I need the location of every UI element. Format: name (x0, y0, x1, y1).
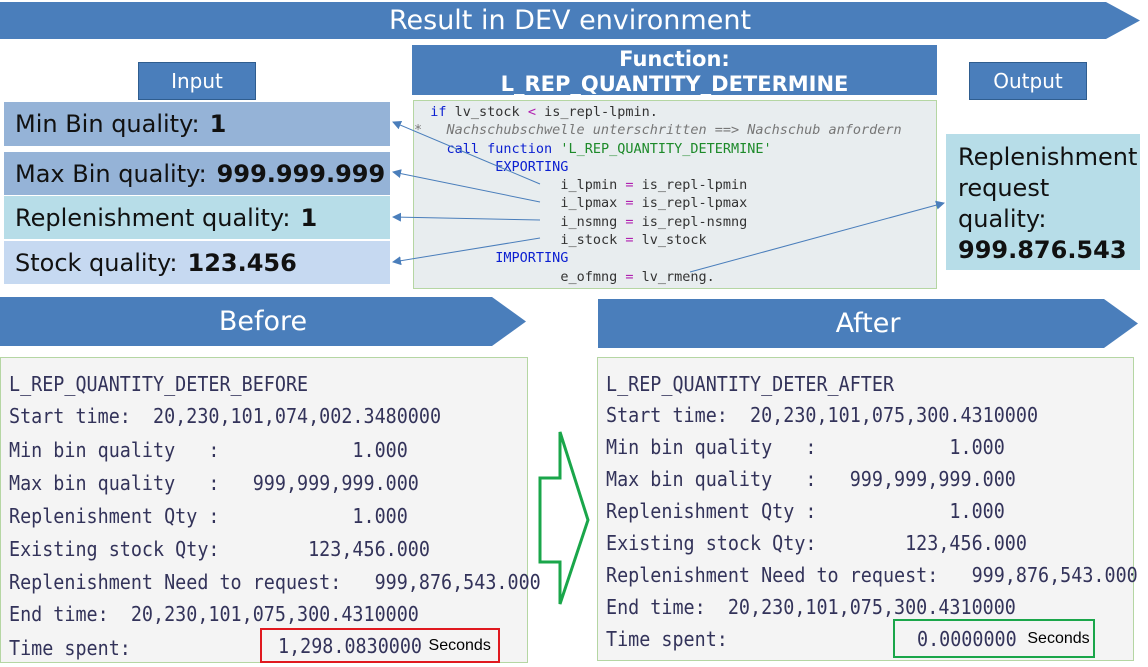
before-console: L_REP_QUANTITY_DETER_BEFORE Start time: … (0, 357, 541, 663)
after-title: After (835, 308, 901, 339)
transition-arrow-icon (538, 431, 590, 605)
before-banner: Before (0, 297, 526, 346)
console-line: Start time: 20,230,101,075,300.4310000 (606, 403, 1039, 427)
mapping-arrows (392, 120, 945, 273)
console-line: Max bin quality : 999,999,999.000 (9, 471, 419, 495)
after-time-unit: Seconds (1027, 629, 1090, 647)
console-line: Min bin quality : 1.000 (9, 438, 408, 462)
arrow-stock (392, 237, 541, 266)
after-console: L_REP_QUANTITY_DETER_AFTER Start time: 2… (597, 357, 1138, 661)
before-time-value: 1,298.0830000 (278, 633, 423, 658)
before-time-highlight: 1,298.0830000 Seconds (260, 628, 500, 663)
console-line: Replenishment Qty : 1.000 (606, 499, 1005, 523)
console-line: End time: 20,230,101,075,300.4310000 (9, 602, 419, 626)
console-line: Start time: 20,230,101,074,002.3480000 (9, 404, 442, 428)
before-time-unit: Seconds (428, 636, 491, 654)
console-line: Max bin quality : 999,999,999.000 (606, 467, 1016, 491)
console-line: Existing stock Qty: 123,456.000 (606, 531, 1027, 555)
after-banner: After (598, 299, 1138, 348)
console-line: End time: 20,230,101,075,300.4310000 (606, 595, 1016, 619)
console-line: Min bin quality : 1.000 (606, 435, 1005, 459)
before-title: Before (218, 306, 308, 337)
console-line: Time spent: (9, 636, 131, 660)
arrow-lpmin (392, 120, 541, 185)
after-time-highlight: 0.0000000 Seconds (893, 619, 1095, 658)
arrow-output (689, 200, 945, 273)
after-time-value: 0.0000000 (917, 626, 1017, 651)
console-line: Replenishment Need to request: 999,876,5… (9, 570, 541, 594)
console-line: Time spent: (606, 627, 728, 651)
arrow-nsmng (392, 212, 541, 222)
console-line: L_REP_QUANTITY_DETER_BEFORE (9, 372, 309, 396)
console-line: L_REP_QUANTITY_DETER_AFTER (606, 372, 895, 396)
console-line: Replenishment Need to request: 999,876,5… (606, 563, 1138, 587)
console-line: Existing stock Qty: 123,456.000 (9, 537, 430, 561)
console-line: Replenishment Qty : 1.000 (9, 504, 408, 528)
arrow-lpmax (392, 169, 541, 203)
